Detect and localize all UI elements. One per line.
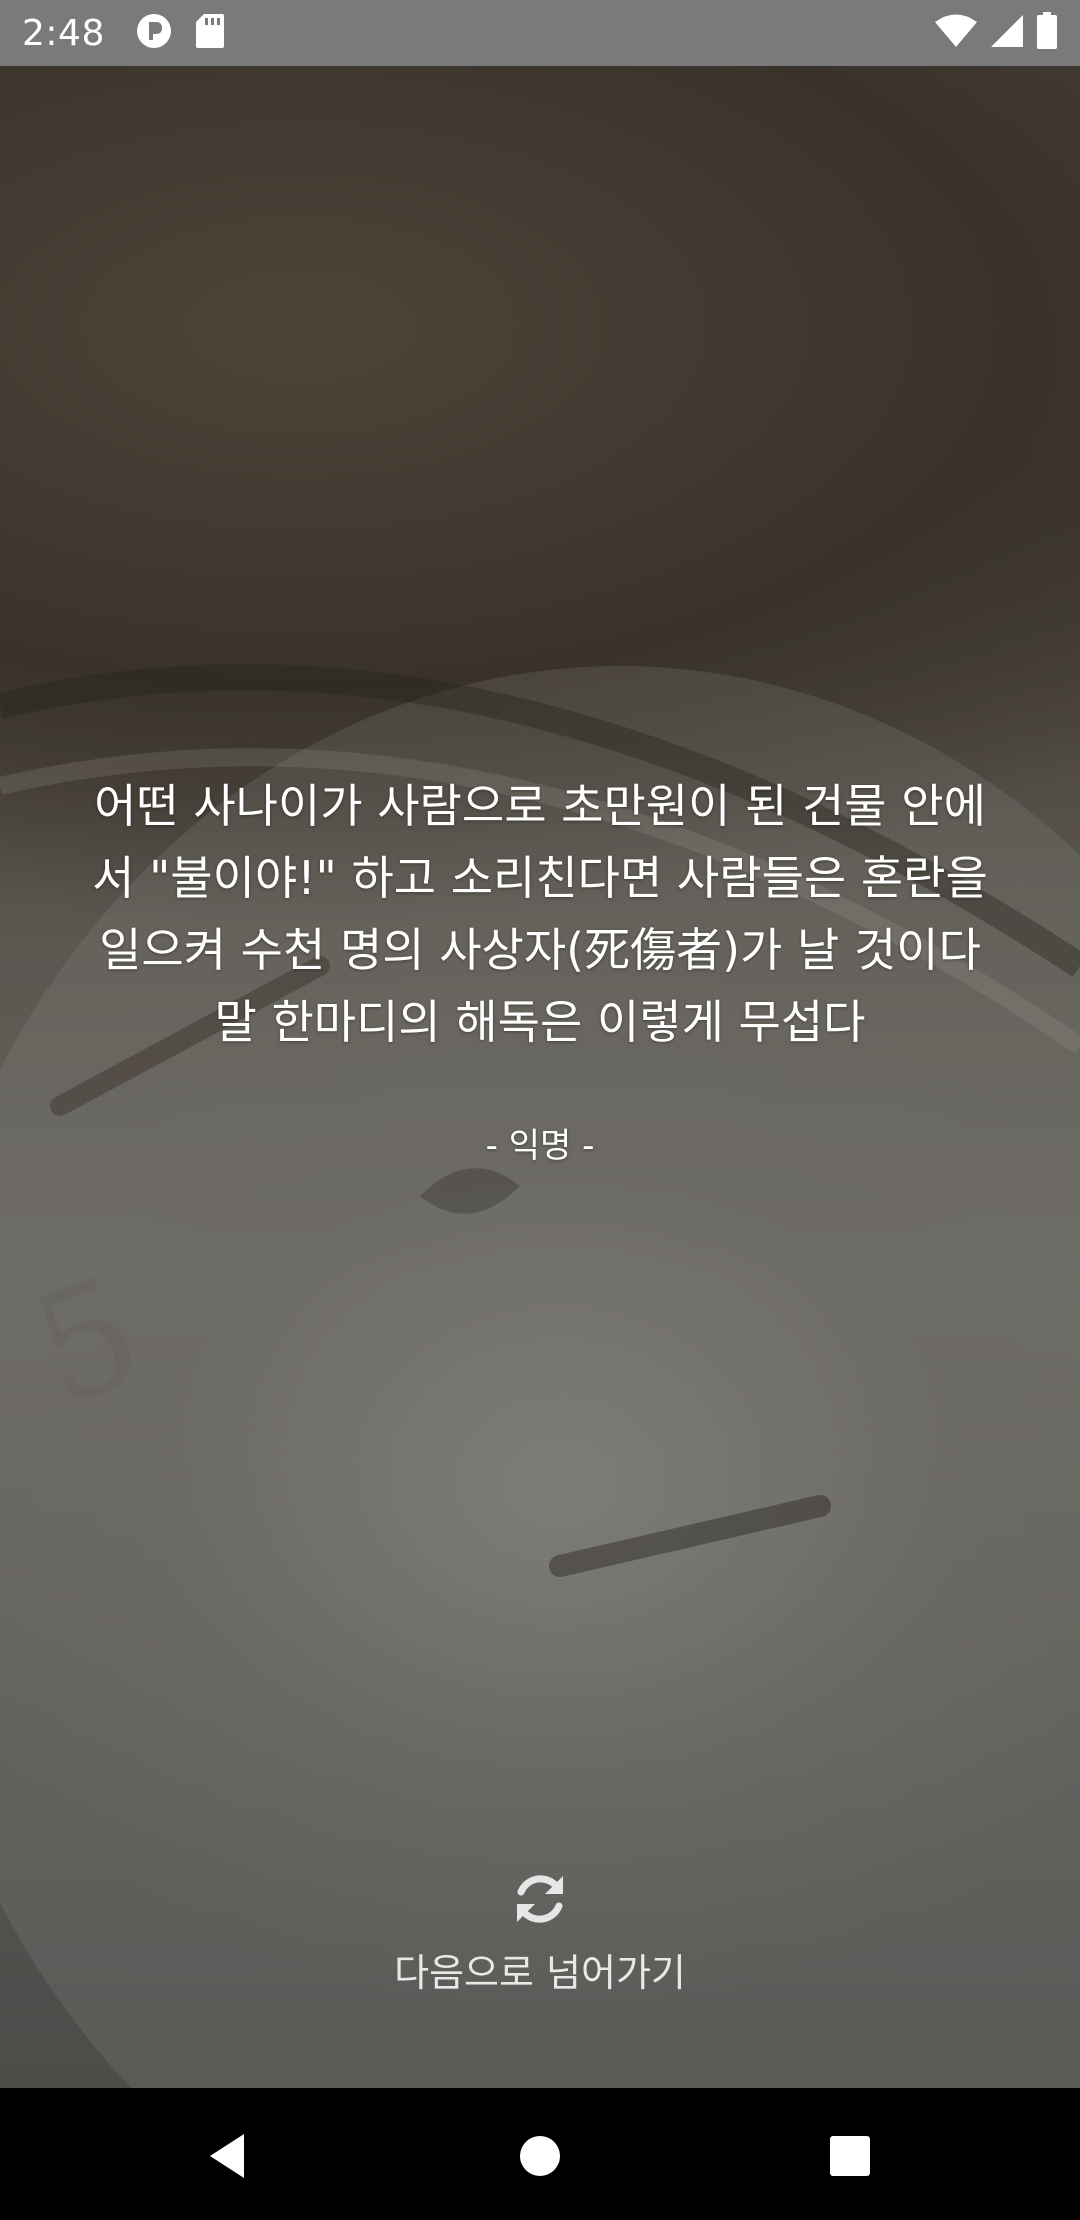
home-button[interactable]: [510, 2126, 570, 2186]
cell-signal-icon: [990, 13, 1024, 53]
sd-card-icon: [195, 13, 225, 53]
back-button[interactable]: [200, 2126, 260, 2186]
battery-icon: [1036, 12, 1058, 54]
status-bar: 2:48: [0, 0, 1080, 66]
refresh-icon: [517, 1875, 563, 1923]
quote-card: 어떤 사나이가 사람으로 초만원이 된 건물 안에서 "불이야!" 하고 소리친…: [80, 770, 1000, 1167]
app-notification-icon: [135, 12, 173, 54]
app-screen: 5 2:48 어떤 사나이가 사람으로 초만원이 된 건물 안에서 "불이야!"…: [0, 0, 1080, 2220]
wifi-icon: [934, 13, 978, 53]
quote-author: - 익명 -: [485, 1126, 595, 1166]
recents-icon: [830, 2136, 870, 2176]
next-quote-label: 다음으로 넘어가기: [394, 1951, 686, 1995]
status-time: 2:48: [22, 12, 105, 54]
navigation-bar: [0, 2088, 1080, 2220]
home-icon: [520, 2136, 560, 2176]
back-icon: [210, 2134, 244, 2178]
recents-button[interactable]: [820, 2126, 880, 2186]
quote-text: 어떤 사나이가 사람으로 초만원이 된 건물 안에서 "불이야!" 하고 소리친…: [92, 779, 988, 1049]
next-quote-button[interactable]: 다음으로 넘어가기: [340, 1850, 740, 2010]
